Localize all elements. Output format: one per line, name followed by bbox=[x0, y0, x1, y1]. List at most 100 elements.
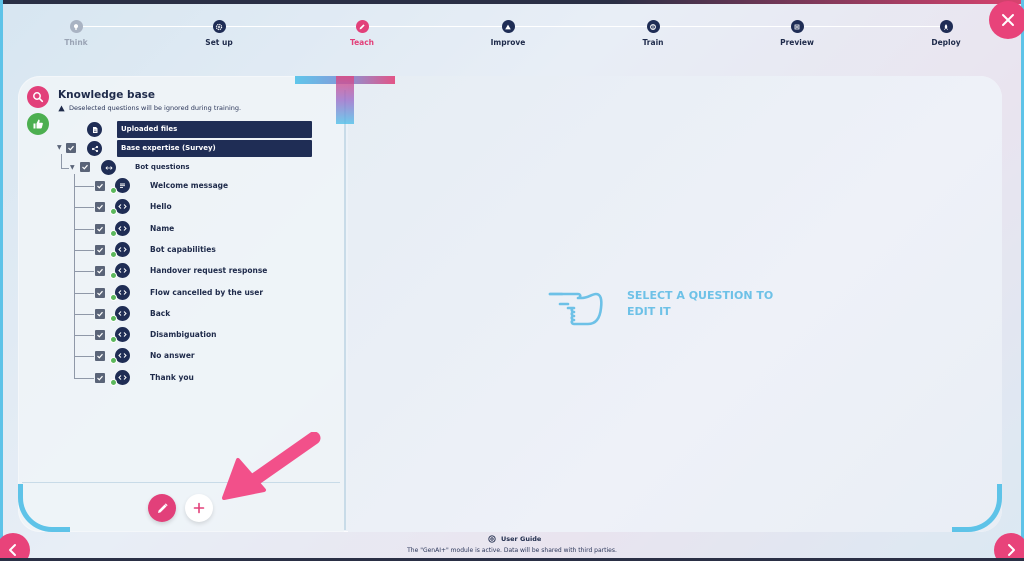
step-label: Teach bbox=[349, 38, 375, 47]
lifebuoy-icon bbox=[488, 535, 496, 543]
panel-divider bbox=[344, 90, 346, 530]
question-checkbox[interactable] bbox=[95, 224, 105, 234]
step-think[interactable]: Think bbox=[36, 20, 116, 47]
status-badge bbox=[110, 379, 117, 386]
status-badge bbox=[110, 294, 117, 301]
tree-connector bbox=[74, 378, 94, 379]
question-label[interactable]: Thank you bbox=[150, 373, 194, 382]
bot-questions-checkbox[interactable] bbox=[80, 162, 90, 172]
next-step-button[interactable] bbox=[994, 533, 1024, 561]
flow-icon bbox=[101, 160, 116, 175]
tree-connector bbox=[74, 174, 75, 379]
gear-icon bbox=[212, 20, 226, 33]
code-icon bbox=[115, 199, 130, 214]
chevron-right-icon bbox=[1008, 544, 1015, 556]
question-checkbox[interactable] bbox=[95, 181, 105, 191]
status-badge bbox=[110, 272, 117, 279]
question-label[interactable]: Handover request response bbox=[150, 266, 267, 275]
warning-icon bbox=[58, 104, 65, 111]
question-checkbox[interactable] bbox=[95, 373, 105, 383]
status-badge bbox=[110, 315, 117, 322]
code-icon bbox=[115, 306, 130, 321]
list-icon bbox=[790, 20, 804, 33]
question-checkbox[interactable] bbox=[95, 309, 105, 319]
tree-connector bbox=[74, 250, 94, 251]
share-nodes-icon bbox=[87, 141, 102, 156]
status-badge bbox=[110, 230, 117, 237]
close-icon bbox=[1002, 14, 1014, 26]
document-icon bbox=[87, 122, 102, 137]
question-label[interactable]: Welcome message bbox=[150, 181, 228, 190]
status-badge bbox=[110, 357, 117, 364]
code-icon bbox=[115, 348, 130, 363]
close-button[interactable] bbox=[989, 1, 1024, 39]
step-label: Set up bbox=[205, 38, 233, 47]
bot-questions-label[interactable]: Bot questions bbox=[135, 163, 190, 171]
brain-icon bbox=[646, 20, 660, 33]
triangle-icon bbox=[501, 20, 515, 33]
user-guide-label: User Guide bbox=[501, 535, 542, 543]
training-warning-text: Deselected questions will be ignored dur… bbox=[69, 104, 242, 112]
message-icon bbox=[115, 178, 130, 193]
step-label: Think bbox=[64, 38, 88, 47]
step-label: Preview bbox=[780, 38, 814, 47]
tree-connector bbox=[61, 168, 69, 169]
step-preview[interactable]: Preview bbox=[757, 20, 837, 47]
search-icon bbox=[33, 92, 44, 103]
decorative-gradient-stem bbox=[336, 76, 354, 124]
previous-step-button[interactable] bbox=[0, 533, 30, 561]
question-checkbox[interactable] bbox=[95, 266, 105, 276]
status-badge bbox=[110, 187, 117, 194]
search-button[interactable] bbox=[27, 86, 49, 108]
question-label[interactable]: No answer bbox=[150, 351, 195, 360]
question-label[interactable]: Flow cancelled by the user bbox=[150, 288, 263, 297]
question-checkbox[interactable] bbox=[95, 351, 105, 361]
tree-connector bbox=[74, 207, 94, 208]
question-label[interactable]: Name bbox=[150, 224, 174, 233]
step-train[interactable]: Train bbox=[613, 20, 693, 47]
tree-connector bbox=[74, 229, 94, 230]
tree-connector bbox=[74, 356, 94, 357]
question-checkbox[interactable] bbox=[95, 330, 105, 340]
code-icon bbox=[115, 285, 130, 300]
status-badge bbox=[110, 208, 117, 215]
genai-notice: The "GenAI+" module is active. Data will… bbox=[407, 547, 617, 554]
question-checkbox[interactable] bbox=[95, 202, 105, 212]
step-label: Deploy bbox=[931, 38, 961, 47]
question-checkbox[interactable] bbox=[95, 288, 105, 298]
add-question-button[interactable] bbox=[185, 494, 213, 522]
code-icon bbox=[115, 327, 130, 342]
top-border bbox=[0, 0, 1024, 4]
expand-caret-icon[interactable]: ▼ bbox=[57, 144, 62, 151]
pointer-arrow-annotation bbox=[222, 432, 321, 500]
empty-state-line2: EDIT IT bbox=[627, 305, 671, 318]
thumbs-up-icon bbox=[33, 119, 43, 129]
knowledge-base-title: Knowledge base bbox=[58, 89, 156, 101]
status-badge bbox=[110, 336, 117, 343]
step-improve[interactable]: Improve bbox=[468, 20, 548, 47]
step-deploy[interactable]: Deploy bbox=[906, 20, 986, 47]
bulb-icon bbox=[69, 20, 83, 33]
empty-state-line1: SELECT A QUESTION TO bbox=[627, 289, 774, 302]
question-checkbox[interactable] bbox=[95, 245, 105, 255]
progress-stepper: Think Set up Teach Improve Train Preview bbox=[0, 14, 1024, 54]
approve-button[interactable] bbox=[27, 113, 49, 135]
question-label[interactable]: Hello bbox=[150, 202, 172, 211]
tree-connector bbox=[74, 314, 94, 315]
question-label[interactable]: Bot capabilities bbox=[150, 245, 216, 254]
base-expertise-checkbox[interactable] bbox=[66, 143, 76, 153]
question-label[interactable]: Disambiguation bbox=[150, 330, 217, 339]
code-icon bbox=[115, 263, 130, 278]
base-expertise-item[interactable]: Base expertise (Survey) bbox=[117, 140, 312, 157]
chevron-left-icon bbox=[9, 544, 16, 556]
expand-caret-icon[interactable]: ▼ bbox=[70, 164, 75, 171]
edit-button[interactable] bbox=[148, 494, 176, 522]
step-teach[interactable]: Teach bbox=[322, 20, 402, 47]
step-label: Improve bbox=[490, 38, 526, 47]
uploaded-files-item[interactable]: Uploaded files bbox=[117, 121, 312, 138]
left-edge-accent bbox=[0, 0, 3, 561]
empty-state-message: SELECT A QUESTION TO EDIT IT bbox=[627, 288, 797, 320]
user-guide-link[interactable]: User Guide bbox=[488, 535, 541, 543]
step-set-up[interactable]: Set up bbox=[179, 20, 259, 47]
question-label[interactable]: Back bbox=[150, 309, 170, 318]
